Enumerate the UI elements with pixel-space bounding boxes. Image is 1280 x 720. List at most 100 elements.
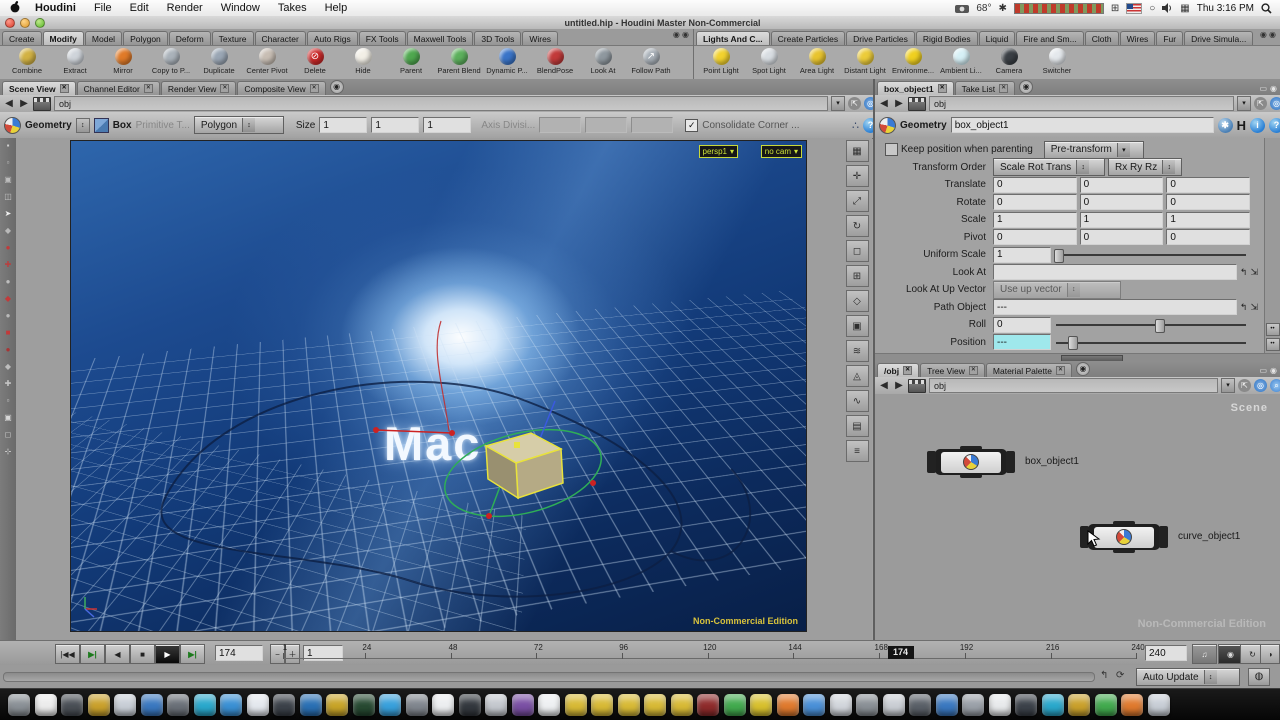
rotate-order-dropdown[interactable]: Rx Ry Rz↕ <box>1108 158 1182 176</box>
primitive-type-label[interactable]: Primitive T... <box>136 120 190 131</box>
shelf-tool[interactable]: Combine <box>4 48 50 75</box>
look-at-input[interactable] <box>993 264 1237 280</box>
path-forward-button[interactable]: ▶ <box>893 380 905 391</box>
play-reverse-button[interactable]: ◀ <box>105 644 130 664</box>
menu-item[interactable]: Takes <box>269 2 316 14</box>
dock-app-icon[interactable] <box>35 694 57 716</box>
shelf-tool[interactable]: Ambient Li... <box>938 48 984 75</box>
playhead-marker[interactable]: 174 <box>888 646 914 659</box>
node-help-icon[interactable]: ? <box>1269 118 1280 133</box>
network-node-box-object1[interactable]: box_object1 <box>925 449 1017 475</box>
apple-menu-icon[interactable] <box>10 1 20 16</box>
menu-item[interactable]: Help <box>316 2 357 14</box>
shelf-tab[interactable]: Fur <box>1156 31 1183 45</box>
view-control-icon[interactable]: ◬ <box>846 365 869 387</box>
shelf-tool[interactable]: Hide <box>340 48 386 75</box>
dock-app-icon[interactable] <box>909 694 931 716</box>
shelf-tab[interactable]: Create Particles <box>771 31 845 45</box>
shelf-tool[interactable]: Camera <box>986 48 1032 75</box>
dock-app-icon[interactable] <box>273 694 295 716</box>
pivot-z-input[interactable] <box>1166 229 1250 245</box>
shelf-tab[interactable]: 3D Tools <box>474 31 521 45</box>
slider-handle[interactable] <box>1155 319 1165 333</box>
dock-app-icon[interactable] <box>88 694 110 716</box>
dock-app-icon[interactable] <box>353 694 375 716</box>
menu-item[interactable]: File <box>85 2 121 14</box>
dock-app-icon[interactable] <box>432 694 454 716</box>
shelf-tab[interactable]: Fire and Sm... <box>1016 31 1083 45</box>
dock-app-icon[interactable] <box>936 694 958 716</box>
dock-app-icon[interactable] <box>671 694 693 716</box>
pane-menu-icon[interactable]: ◉ <box>1270 84 1277 93</box>
keep-position-checkbox[interactable] <box>885 143 898 156</box>
dock-app-icon[interactable] <box>194 694 216 716</box>
dock-app-icon[interactable] <box>830 694 852 716</box>
memory-usage-button[interactable]: ◍ <box>1248 668 1270 686</box>
pane-tab[interactable]: box_object1✕ <box>877 81 954 95</box>
op-jump-icon[interactable]: ↰ <box>1240 267 1248 278</box>
close-tab-icon[interactable]: ✕ <box>144 84 153 93</box>
path-dropdown-icon[interactable]: ▾ <box>1221 378 1235 393</box>
viewport-render-area[interactable]: Mac persp1▾ <box>70 140 807 632</box>
size-z-input[interactable] <box>423 117 471 133</box>
position-slider[interactable] <box>1054 335 1248 349</box>
shelf-scroll-arrows[interactable]: ◉ ◉ <box>1260 30 1276 39</box>
sync-status-icon[interactable]: ○ <box>1149 3 1155 14</box>
calendar-icon[interactable]: ▦ <box>1180 3 1189 14</box>
shelf-tool[interactable]: Copy to P... <box>148 48 194 75</box>
houdini-help-button[interactable]: H <box>1237 118 1246 133</box>
dock-app-icon[interactable] <box>618 694 640 716</box>
slider-handle[interactable] <box>1054 249 1064 263</box>
menu-item[interactable]: Window <box>212 2 269 14</box>
menu-clock[interactable]: Thu 3:16 PM <box>1197 3 1254 14</box>
scale-y-input[interactable] <box>1080 212 1164 228</box>
dock-app-icon[interactable] <box>1015 694 1037 716</box>
end-frame-input[interactable] <box>1145 645 1187 661</box>
dock-app-icon[interactable] <box>697 694 719 716</box>
close-tab-icon[interactable]: ✕ <box>1056 366 1065 375</box>
shelf-tool[interactable]: Look At <box>580 48 626 75</box>
pane-tab[interactable]: Composite View✕ <box>237 81 325 95</box>
view-control-icon[interactable]: ▣ <box>846 315 869 337</box>
toolbar-icon[interactable]: ➤ <box>5 210 12 218</box>
size-y-input[interactable] <box>371 117 419 133</box>
dock-app-icon[interactable] <box>1042 694 1064 716</box>
gear-icon[interactable]: ✱ <box>1218 118 1233 133</box>
volume-icon[interactable] <box>1162 3 1173 13</box>
network-type-icon[interactable] <box>908 379 926 393</box>
path-field[interactable]: obj <box>929 96 1234 111</box>
view-control-icon[interactable]: ≋ <box>846 340 869 362</box>
op-jump-icon[interactable]: ↰ <box>1240 302 1248 313</box>
node-flag-right[interactable] <box>1159 526 1168 548</box>
view-control-icon[interactable]: ✛ <box>846 165 869 187</box>
toolbar-icon[interactable]: ◆ <box>5 295 11 303</box>
pane-menu-icon[interactable]: ◉ <box>1270 366 1277 375</box>
dock-app-icon[interactable] <box>1148 694 1170 716</box>
tool-options-icon[interactable]: ∴ <box>852 119 859 132</box>
close-tab-icon[interactable]: ✕ <box>310 84 319 93</box>
shelf-tab[interactable]: Drive Simula... <box>1184 31 1253 45</box>
shelf-tab[interactable]: Modify <box>43 31 84 45</box>
shelf-tab[interactable]: Character <box>255 31 306 45</box>
shelf-tab[interactable]: Polygon <box>123 31 168 45</box>
shelf-tool[interactable]: Duplicate <box>196 48 242 75</box>
shelf-tool[interactable]: Parent Blend <box>436 48 482 75</box>
dock-app-icon[interactable] <box>538 694 560 716</box>
stop-button[interactable]: ■ <box>130 644 155 664</box>
pin-pane-icon[interactable]: ⇱ <box>1238 379 1251 392</box>
translate-y-input[interactable] <box>1080 177 1164 193</box>
dock-app-icon[interactable] <box>883 694 905 716</box>
view-control-icon[interactable]: ↻ <box>846 215 869 237</box>
path-dropdown-icon[interactable]: ▾ <box>1237 96 1251 111</box>
info-icon[interactable]: i <box>1250 118 1265 133</box>
pin-pane-icon[interactable]: ⇱ <box>848 97 861 110</box>
shelf-tool[interactable]: Dynamic P... <box>484 48 530 75</box>
add-pane-tab-button[interactable]: ◉ <box>330 80 344 94</box>
node-name-input[interactable] <box>951 117 1214 133</box>
toolbar-icon[interactable]: ◆ <box>5 363 11 371</box>
update-mode-dropdown[interactable]: Auto Update↕ <box>1136 668 1240 686</box>
zoom-window-button[interactable] <box>35 18 45 28</box>
global-animation-options-button[interactable]: ◑ <box>1260 644 1280 664</box>
current-frame-input[interactable] <box>215 645 263 661</box>
shelf-tab[interactable]: Auto Rigs <box>307 31 358 45</box>
